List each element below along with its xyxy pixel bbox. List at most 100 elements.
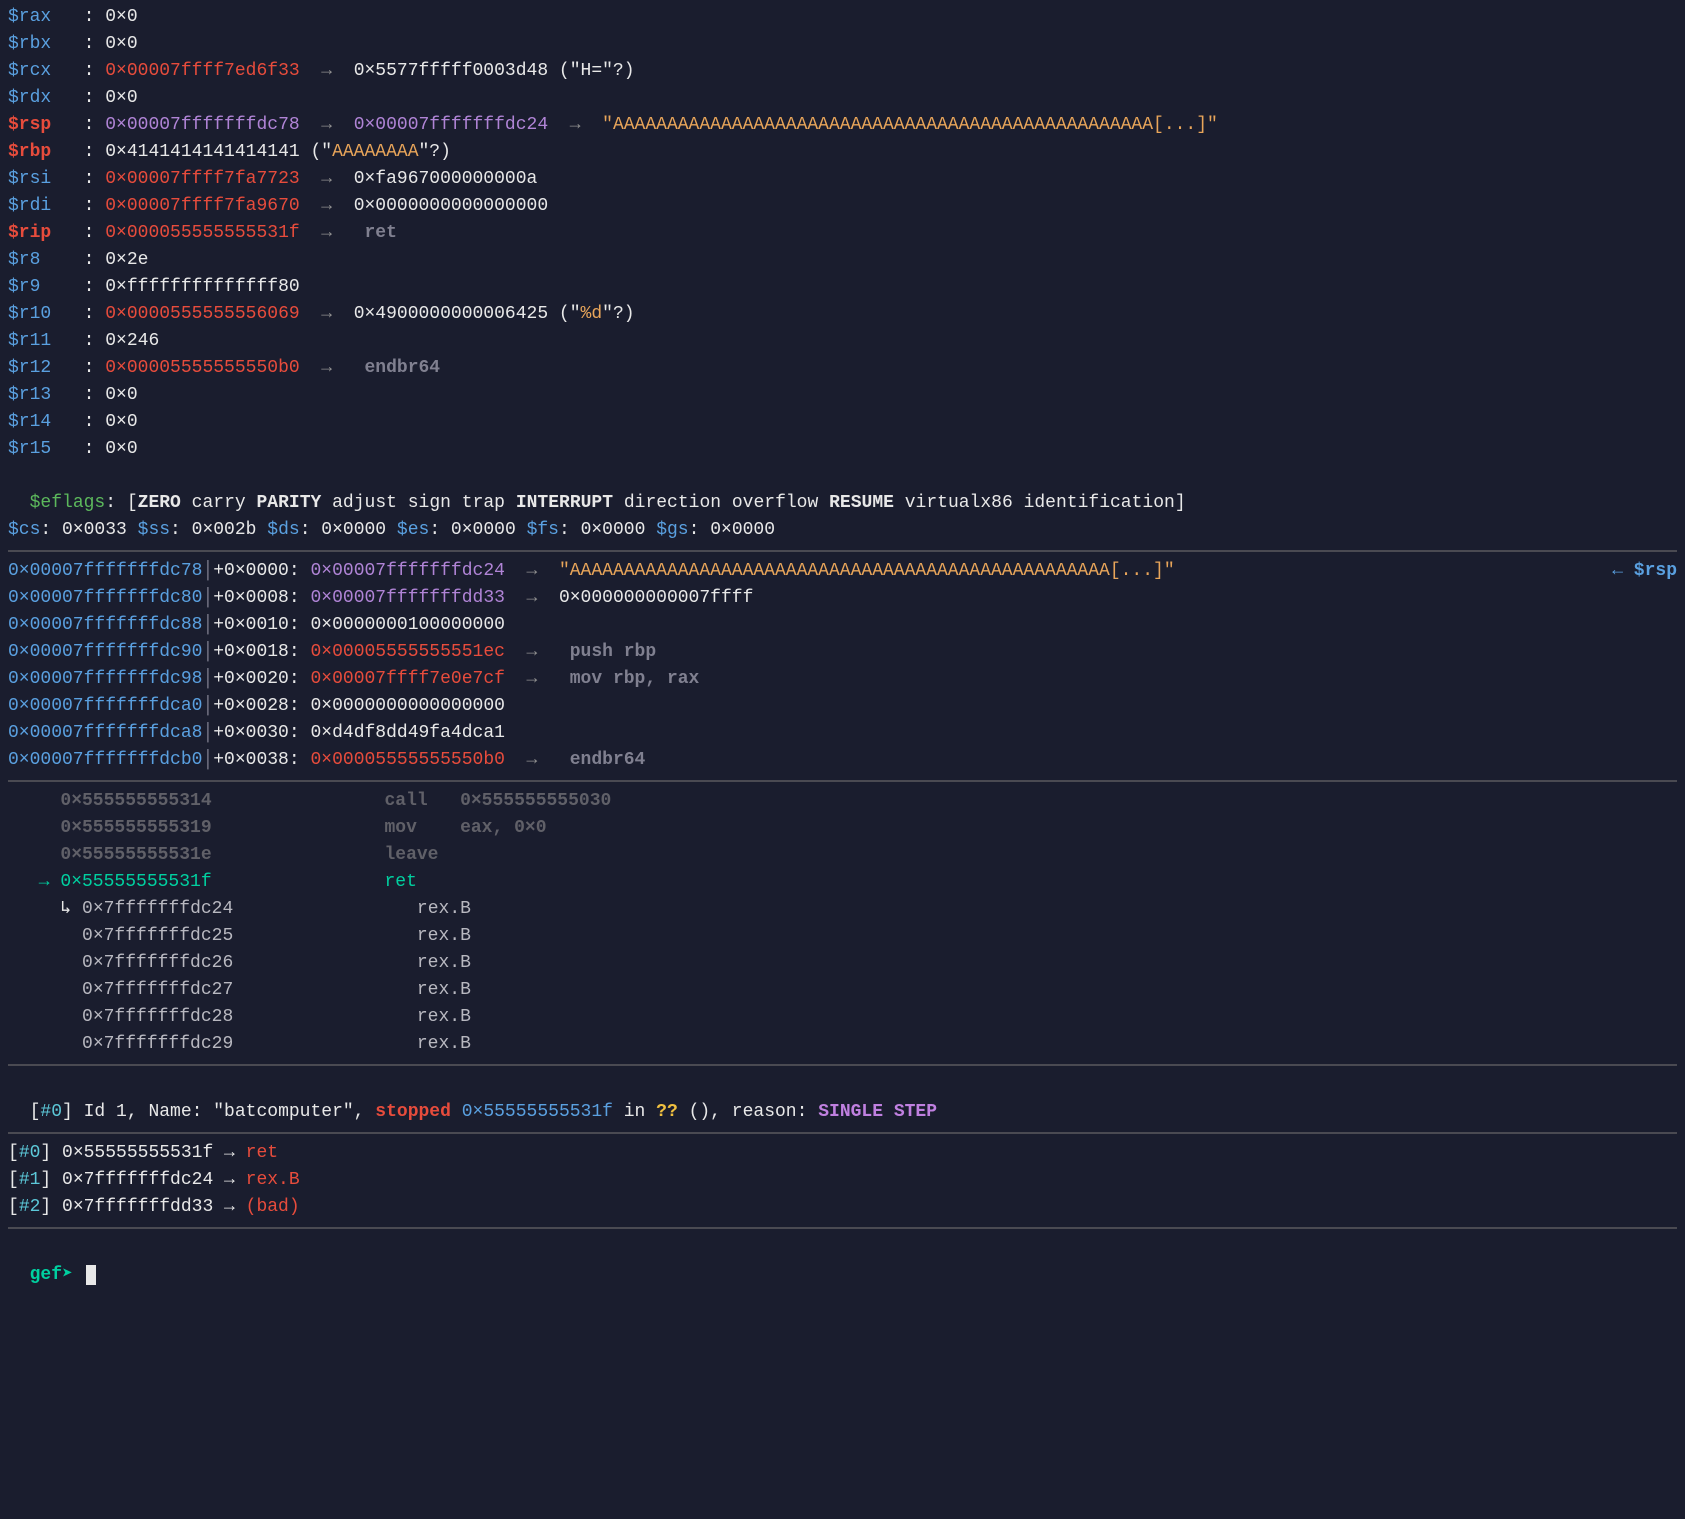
segment-name: $cs xyxy=(8,520,40,540)
segment-name: $ds xyxy=(267,520,299,540)
register-name: $rbx xyxy=(8,34,84,54)
stack-value: 0×00005555555550b0 xyxy=(310,750,504,770)
stack-value: 0×00007fffffffdc24 xyxy=(310,561,504,581)
disasm-row: 0×555555555319 mov eax, 0×0 xyxy=(8,815,1677,842)
register-name: $rbp xyxy=(8,142,84,162)
eflags-label: $eflags xyxy=(30,493,106,513)
stack-deref: "AAAAAAAAAAAAAAAAAAAAAAAAAAAAAAAAAAAAAAA… xyxy=(559,561,1175,581)
segment-name: $es xyxy=(397,520,429,540)
register-name: $rsp xyxy=(8,115,84,135)
stack-section: 0×00007fffffffdc78│+0×0000: 0×00007fffff… xyxy=(8,558,1677,774)
stack-offset: +0×0038: xyxy=(213,750,299,770)
register-deref: 0×fa967000000000a xyxy=(354,169,538,189)
register-value: 0×00007ffff7ed6f33 xyxy=(105,61,299,81)
thread-line: [#0] Id 1, Name: "batcomputer", stopped … xyxy=(8,1072,1677,1126)
trace-row: [#2] 0×7fffffffdd33 → (bad) xyxy=(8,1194,1677,1221)
stack-offset: +0×0008: xyxy=(213,588,299,608)
stack-value: 0×0000000000000000 xyxy=(310,696,504,716)
disasm-addr: 0×7fffffffdc26 xyxy=(82,953,406,973)
eflag: virtualx86 xyxy=(905,493,1013,513)
disasm-mnemonic: rex.B xyxy=(406,899,471,919)
register-row: $rbp : 0×4141414141414141 ("AAAAAAAA"?) xyxy=(8,139,1677,166)
stack-offset: +0×0000: xyxy=(213,561,299,581)
register-name: $rcx xyxy=(8,61,84,81)
disasm-mnemonic: call 0×555555555030 xyxy=(384,791,622,811)
stack-value: 0×d4df8dd49fa4dca1 xyxy=(310,723,504,743)
disasm-addr: 0×555555555319 xyxy=(60,818,384,838)
register-row: $r15 : 0×0 xyxy=(8,436,1677,463)
trace-index: #0 xyxy=(19,1143,41,1163)
cursor xyxy=(86,1265,96,1285)
disasm-addr: 0×55555555531e xyxy=(60,845,384,865)
register-row: $r13 : 0×0 xyxy=(8,382,1677,409)
thread-index: #0 xyxy=(40,1102,62,1122)
stack-addr: 0×00007fffffffdca0 xyxy=(8,696,202,716)
eflags-line: $eflags: [ZERO carry PARITY adjust sign … xyxy=(8,463,1677,517)
register-value: 0×0 xyxy=(105,439,137,459)
thread-unknown-symbol: ?? xyxy=(656,1102,678,1122)
register-name: $rax xyxy=(8,7,84,27)
stack-row: 0×00007fffffffdc78│+0×0000: 0×00007fffff… xyxy=(8,558,1677,585)
stack-addr: 0×00007fffffffdc80 xyxy=(8,588,202,608)
gef-prompt: gef➤ xyxy=(30,1265,84,1285)
register-deref: 0×0000000000000000 xyxy=(354,196,548,216)
register-name: $rdx xyxy=(8,88,84,108)
stack-row: 0×00007fffffffdca8│+0×0030: 0×d4df8dd49f… xyxy=(8,720,1677,747)
prompt-line[interactable]: gef➤ xyxy=(8,1235,1677,1289)
register-name: $rsi xyxy=(8,169,84,189)
eflag: identification xyxy=(1024,493,1175,513)
register-value: 0×00007ffff7fa9670 xyxy=(105,196,299,216)
disasm-mnemonic: rex.B xyxy=(406,1034,471,1054)
stack-value: 0×00005555555551ec xyxy=(310,642,504,662)
disasm-addr: 0×7fffffffdc25 xyxy=(82,926,406,946)
disasm-mnemonic: ret xyxy=(384,872,416,892)
disasm-row: 0×7fffffffdc26 rex.B xyxy=(8,950,1677,977)
stack-addr: 0×00007fffffffdca8 xyxy=(8,723,202,743)
stack-value: 0×00007fffffffdd33 xyxy=(310,588,504,608)
disasm-addr: 0×7fffffffdc24 xyxy=(82,899,406,919)
stack-row: 0×00007fffffffdc98│+0×0020: 0×00007ffff7… xyxy=(8,666,1677,693)
thread-stopped: stopped xyxy=(375,1102,451,1122)
segment-name: $fs xyxy=(527,520,559,540)
register-name: $rdi xyxy=(8,196,84,216)
register-row: $rbx : 0×0 xyxy=(8,31,1677,58)
eflag: trap xyxy=(462,493,505,513)
disasm-row: ↳ 0×7fffffffdc24 rex.B xyxy=(8,896,1677,923)
eflag: ZERO xyxy=(138,493,181,513)
register-row: $rdx : 0×0 xyxy=(8,85,1677,112)
register-name: $r11 xyxy=(8,331,84,351)
stack-row: 0×00007fffffffdc80│+0×0008: 0×00007fffff… xyxy=(8,585,1677,612)
register-deref: 0×00007fffffffdc24 xyxy=(354,115,548,135)
stack-deref: 0×000000000007ffff xyxy=(559,588,753,608)
trace-index: #1 xyxy=(19,1170,41,1190)
trace-symbol: ret xyxy=(246,1143,278,1163)
trace-section: [#0] 0×55555555531f → ret[#1] 0×7fffffff… xyxy=(8,1140,1677,1221)
trace-symbol: (bad) xyxy=(246,1197,300,1217)
register-value: 0×ffffffffffffff80 xyxy=(105,277,299,297)
stack-value: 0×00007ffff7e0e7cf xyxy=(310,669,504,689)
register-value: 0×0 xyxy=(105,88,137,108)
stack-backref: ← $rsp xyxy=(1612,561,1677,581)
trace-row: [#0] 0×55555555531f → ret xyxy=(8,1140,1677,1167)
register-value: 0×246 xyxy=(105,331,159,351)
disasm-mnemonic: rex.B xyxy=(406,926,471,946)
register-row: $r8 : 0×2e xyxy=(8,247,1677,274)
register-value: 0×00007ffff7fa7723 xyxy=(105,169,299,189)
register-row: $r11 : 0×246 xyxy=(8,328,1677,355)
register-value: 0×0 xyxy=(105,412,137,432)
disasm-mnemonic: rex.B xyxy=(406,1007,471,1027)
register-name: $r15 xyxy=(8,439,84,459)
stack-deref: push rbp xyxy=(559,642,656,662)
register-name: $r9 xyxy=(8,277,84,297)
register-row: $rip : 0×000055555555531f → ret xyxy=(8,220,1677,247)
register-value: 0×2e xyxy=(105,250,148,270)
stack-row: 0×00007fffffffdc90│+0×0018: 0×0000555555… xyxy=(8,639,1677,666)
eflag: RESUME xyxy=(829,493,894,513)
eflag: overflow xyxy=(732,493,818,513)
eflag: direction xyxy=(624,493,721,513)
section-divider xyxy=(8,1064,1677,1066)
stack-value: 0×0000000100000000 xyxy=(310,615,504,635)
disasm-addr: 0×7fffffffdc29 xyxy=(82,1034,406,1054)
segment-name: $ss xyxy=(138,520,170,540)
segments-line: $cs: 0×0033 $ss: 0×002b $ds: 0×0000 $es:… xyxy=(8,517,1677,544)
